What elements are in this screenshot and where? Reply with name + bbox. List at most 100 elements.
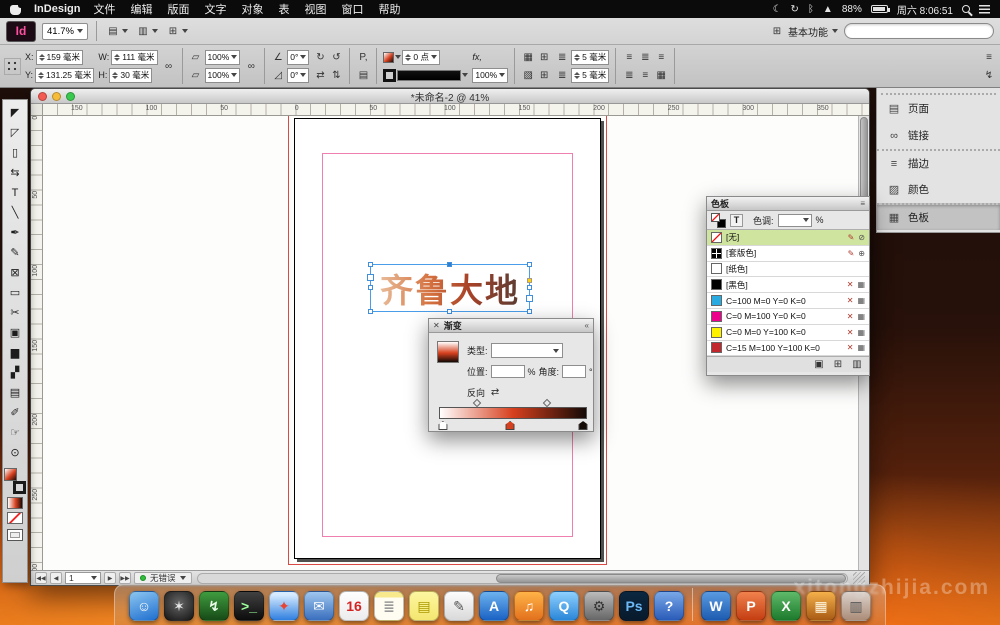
gap-tool[interactable]: ⇆: [4, 163, 26, 183]
gradient-position-field[interactable]: [491, 365, 525, 378]
frame-columns-icon[interactable]: ⊞: [537, 68, 551, 82]
horizontal-scrollbar[interactable]: [197, 573, 848, 584]
swatch-row[interactable]: C=0 M=100 Y=0 K=0 ✕ ▦: [707, 309, 869, 325]
frame-grid-icon[interactable]: ⊞: [537, 50, 551, 64]
swatch-row[interactable]: [套版色] ✎ ⊕: [707, 246, 869, 262]
h-field[interactable]: 30 毫米: [109, 68, 152, 83]
text-frame[interactable]: 齐鲁大地: [370, 264, 530, 312]
frame-text[interactable]: 齐鲁大地: [371, 265, 529, 311]
handle-bottom-right[interactable]: [527, 309, 532, 314]
rectangle-frame-tool[interactable]: ⊠: [4, 263, 26, 283]
menu-item[interactable]: 视图: [304, 1, 326, 17]
handle-top-right[interactable]: [527, 262, 532, 267]
flip-horizontal-icon[interactable]: ⇄: [313, 68, 327, 82]
notification-center-icon[interactable]: [979, 5, 990, 14]
swatch-row[interactable]: C=100 M=0 Y=0 K=0 ✕ ▦: [707, 293, 869, 309]
w-field[interactable]: 111 毫米: [111, 50, 157, 65]
finder[interactable]: ☺: [129, 591, 159, 621]
tint-field[interactable]: [778, 214, 812, 227]
menu-item[interactable]: 文件: [93, 1, 115, 17]
screen-mode-button[interactable]: ⊞: [165, 22, 189, 40]
delete-swatch-button[interactable]: ▥: [850, 358, 864, 372]
note-tool[interactable]: ▤: [4, 383, 26, 403]
apply-none-button[interactable]: [7, 512, 23, 524]
gradient-stop[interactable]: [506, 421, 515, 430]
pen-tool[interactable]: ✒: [4, 223, 26, 243]
gradient-midpoint[interactable]: [472, 399, 480, 407]
last-page-button[interactable]: ▶▶: [119, 572, 131, 584]
apply-gradient-button[interactable]: [7, 497, 23, 509]
rectangle-tool[interactable]: ▭: [4, 283, 26, 303]
battery-icon[interactable]: [871, 5, 888, 13]
appstore[interactable]: A: [479, 591, 509, 621]
columns-icon[interactable]: ▦: [654, 68, 668, 82]
swatch-row[interactable]: [黑色] ✕ ▦: [707, 277, 869, 293]
system-preferences[interactable]: ⚙: [584, 591, 614, 621]
spotlight-icon[interactable]: [962, 5, 970, 13]
gutter-top-field[interactable]: 5 毫米: [571, 50, 609, 65]
zoom-control[interactable]: 41.7%: [42, 23, 88, 40]
out-port[interactable]: [526, 295, 533, 302]
effects-button[interactable]: fx,: [472, 52, 482, 62]
collapse-icon[interactable]: «: [585, 321, 589, 330]
zoom-tool[interactable]: ⊙: [4, 443, 26, 463]
selection-tool[interactable]: ◤: [4, 103, 26, 123]
panel-tab-stroke[interactable]: ≡ 描边: [877, 149, 1000, 176]
apple-menu-icon[interactable]: [10, 3, 21, 15]
panel-tab-color[interactable]: ▨ 颜色: [877, 176, 1000, 203]
align-center-icon[interactable]: ≣: [638, 50, 652, 64]
page-tool[interactable]: ▯: [4, 143, 26, 163]
align-left-icon[interactable]: ≡: [622, 50, 636, 64]
fill-color-chip[interactable]: [383, 52, 394, 63]
rotate-cw-icon[interactable]: ↻: [313, 50, 327, 64]
fill-stroke-proxy[interactable]: [4, 468, 26, 494]
handle-top-middle[interactable]: [447, 262, 452, 267]
reference-point-proxy[interactable]: [4, 58, 21, 75]
constrain-proportions-icon[interactable]: ∞: [162, 59, 176, 73]
stroke-color-chip[interactable]: [383, 69, 396, 82]
safari[interactable]: ✦: [269, 591, 299, 621]
panel-tab-pages[interactable]: ▤ 页面: [877, 95, 1000, 122]
textedit[interactable]: ✎: [444, 591, 474, 621]
pictures[interactable]: ▦: [806, 591, 836, 621]
menu-item[interactable]: 帮助: [378, 1, 400, 17]
constrain-scale-icon[interactable]: ∞: [244, 59, 258, 73]
handle-bottom-middle[interactable]: [447, 309, 452, 314]
horizontal-ruler[interactable]: 15010050050100150200250300350: [43, 104, 869, 116]
terminal[interactable]: >_: [234, 591, 264, 621]
quicktime[interactable]: Q: [549, 591, 579, 621]
stickies[interactable]: ▤: [409, 591, 439, 621]
zoom-window-button[interactable]: [66, 92, 75, 101]
wrap-bound-icon[interactable]: ▧: [521, 68, 535, 82]
excel[interactable]: X: [771, 591, 801, 621]
word[interactable]: W: [701, 591, 731, 621]
search-input[interactable]: [844, 23, 994, 39]
page-number-field[interactable]: 1: [65, 572, 101, 584]
pencil-tool[interactable]: ✎: [4, 243, 26, 263]
gradient-thumbnail[interactable]: [437, 341, 459, 363]
free-transform-tool[interactable]: ▣: [4, 323, 26, 343]
select-container-icon[interactable]: P,: [356, 50, 370, 64]
calendar[interactable]: 16: [339, 591, 369, 621]
gradient-stop[interactable]: [579, 421, 588, 430]
bluetooth-icon[interactable]: ᛒ: [808, 4, 814, 15]
scale-x-field[interactable]: 100%: [205, 50, 241, 65]
menubar-clock[interactable]: 周六 8:06:51: [897, 2, 953, 17]
gradient-ramp[interactable]: [439, 407, 587, 419]
select-content-icon[interactable]: ▤: [356, 68, 370, 82]
menu-item[interactable]: 版面: [167, 1, 189, 17]
scissors-tool[interactable]: ✂: [4, 303, 26, 323]
new-swatch-group-button[interactable]: ▣: [812, 358, 826, 372]
menu-item[interactable]: 对象: [241, 1, 263, 17]
ruler-origin[interactable]: [31, 104, 43, 116]
flip-vertical-icon[interactable]: ⇅: [329, 68, 343, 82]
gradient-stop[interactable]: [438, 421, 447, 430]
corner-options-handle[interactable]: [527, 278, 532, 283]
automator[interactable]: ↯: [199, 591, 229, 621]
powerpoint[interactable]: P: [736, 591, 766, 621]
panel-tab-swatches[interactable]: ▦ 色板: [877, 203, 1000, 230]
gradient-feather-tool[interactable]: ▞: [4, 363, 26, 383]
launchpad[interactable]: ✶: [164, 591, 194, 621]
previous-page-button[interactable]: ◀: [50, 572, 62, 584]
stroke-swatch[interactable]: [13, 481, 26, 494]
